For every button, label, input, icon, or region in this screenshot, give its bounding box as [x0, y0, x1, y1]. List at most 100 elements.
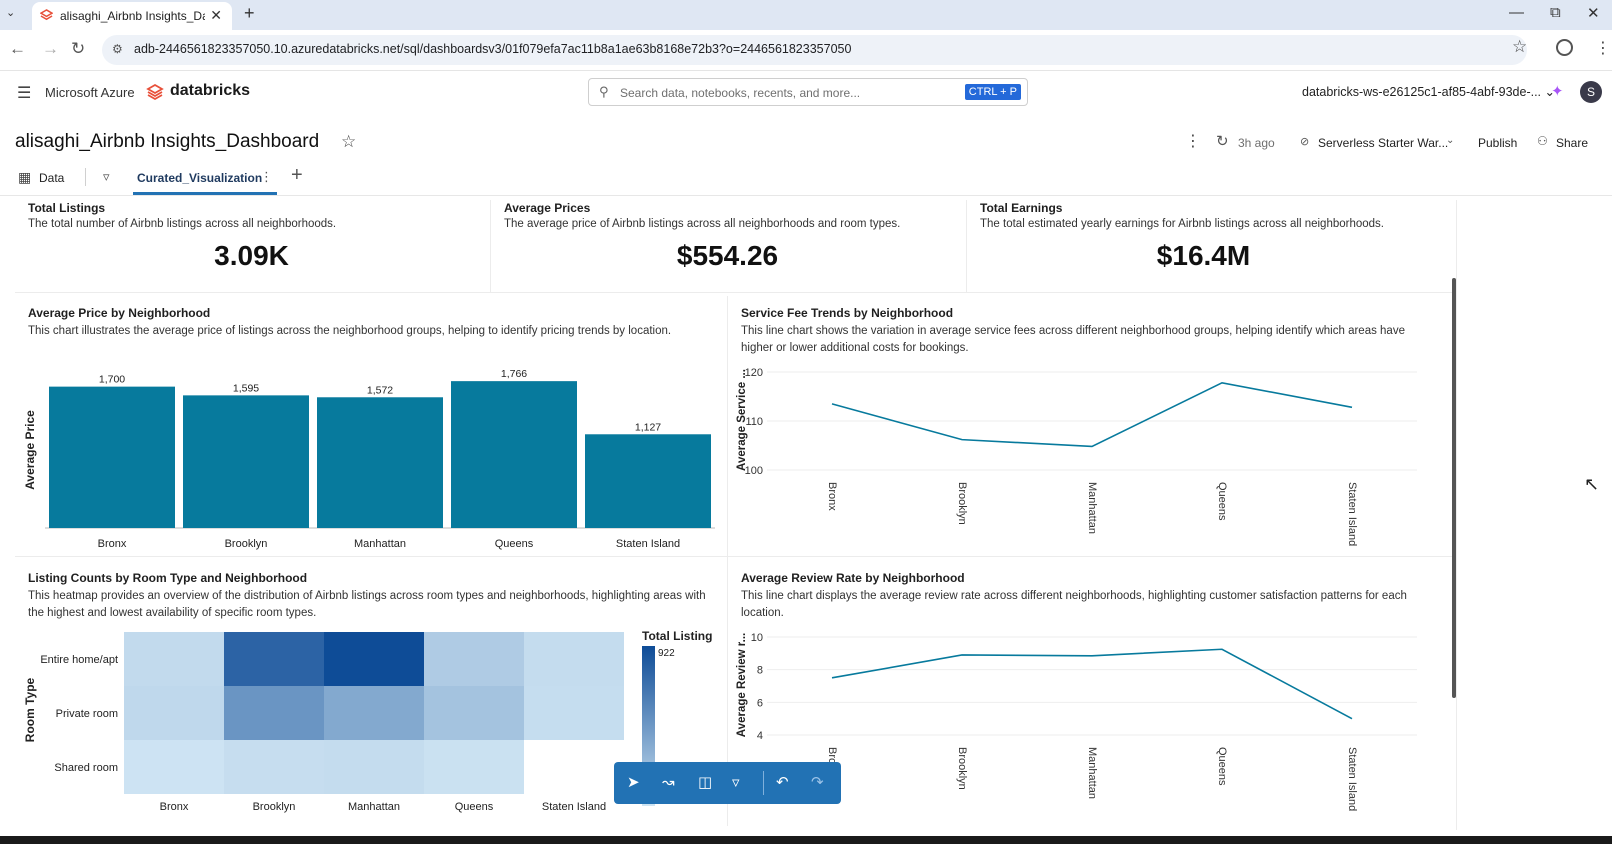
tab-data[interactable]: Data	[39, 171, 64, 185]
vertical-scrollbar[interactable]	[1452, 278, 1456, 698]
y-tick-label: 10	[751, 632, 763, 644]
counter-description: The total estimated yearly earnings for …	[980, 218, 1384, 230]
x-tick-label: Queens	[1216, 482, 1228, 521]
azure-brand[interactable]: Microsoft Azure	[45, 85, 135, 100]
refresh-icon[interactable]: ↻	[1216, 132, 1229, 150]
data-label: 1,595	[233, 382, 259, 394]
divider	[85, 168, 86, 186]
site-info-icon[interactable]: ⚙	[112, 42, 123, 56]
add-filter-icon[interactable]: ▿	[732, 773, 740, 791]
reload-icon[interactable]: ↻	[71, 39, 85, 59]
minimize-icon[interactable]: —	[1509, 4, 1524, 21]
x-tick-label: Queens	[495, 538, 534, 550]
widget-description: This heatmap provides an overview of the…	[28, 590, 706, 619]
favorite-star-icon[interactable]: ☆	[341, 132, 356, 152]
redo-icon[interactable]: ↷	[811, 773, 824, 791]
add-page-icon[interactable]: +	[291, 164, 303, 187]
page-title: alisaghi_Airbnb Insights_Dashboard	[15, 131, 320, 152]
assistant-sparkle-icon[interactable]: ✦	[1551, 82, 1564, 100]
close-tab-icon[interactable]: ✕	[210, 7, 222, 24]
profile-icon[interactable]	[1556, 39, 1573, 56]
add-text-box-icon[interactable]: ◫	[698, 773, 712, 791]
active-tab-indicator	[133, 192, 277, 195]
y-tick-label: 6	[757, 697, 763, 709]
hamburger-menu-icon[interactable]: ☰	[17, 83, 31, 103]
tab-list-chevron-icon[interactable]: ⌄	[6, 6, 15, 19]
databricks-wordmark[interactable]: databricks	[170, 82, 250, 100]
y-tick-label: 8	[757, 665, 763, 677]
counter-value: 3.09K	[214, 240, 289, 271]
databricks-logo-icon	[146, 83, 164, 101]
warehouse-selector[interactable]: Serverless Starter War...	[1318, 136, 1448, 150]
heatmap-cell	[424, 740, 524, 794]
heatmap-cell	[224, 686, 324, 740]
filter-icon[interactable]: ▿	[103, 169, 110, 185]
bookmark-star-icon[interactable]: ☆	[1512, 37, 1527, 57]
x-tick-label: Staten Island	[542, 801, 606, 813]
restore-icon[interactable]: ⧉	[1550, 4, 1561, 21]
counter-value: $16.4M	[1156, 240, 1251, 271]
share-icon[interactable]: ⚇	[1537, 134, 1548, 148]
x-tick-label: Brooklyn	[253, 801, 296, 813]
heatmap-cell	[324, 632, 424, 686]
series-line	[831, 381, 1353, 448]
divider	[1456, 200, 1457, 830]
url-text: adb-2446561823357050.10.azuredatabricks.…	[134, 42, 852, 56]
divider	[763, 771, 764, 795]
y-tick-label: Private room	[56, 708, 118, 720]
y-tick-label: 100	[745, 465, 763, 477]
last-updated: 3h ago	[1238, 136, 1275, 150]
counter-title: Total Listings	[28, 201, 106, 215]
forward-icon[interactable]: →	[42, 39, 59, 59]
global-search-input[interactable]: ⚲ Search data, notebooks, recents, and m…	[588, 78, 1028, 106]
heatmap-cell	[124, 632, 224, 686]
avatar[interactable]: S	[1580, 81, 1602, 103]
app-header: ☰ Microsoft Azure databricks ⚲ Search da…	[0, 70, 1612, 116]
undo-icon[interactable]: ↶	[776, 773, 789, 791]
add-visualization-icon[interactable]: ↝	[662, 773, 675, 791]
publish-button[interactable]: Publish	[1478, 136, 1517, 150]
back-icon[interactable]: ←	[9, 39, 26, 59]
x-tick-label: Brooklyn	[956, 747, 968, 790]
widget-title: Average Price by Neighborhood	[28, 306, 211, 320]
legend-max-label: 922	[658, 648, 675, 659]
counter-description: The average price of Airbnb listings acr…	[504, 218, 901, 230]
new-tab-icon[interactable]: +	[244, 3, 255, 24]
workspace-selector[interactable]: databricks-ws-e26125c1-af85-4abf-93de-..…	[1302, 84, 1555, 99]
divider	[966, 200, 967, 292]
y-tick-label: 110	[745, 416, 763, 428]
dashboard-more-icon[interactable]: ⋮	[1185, 131, 1201, 151]
warehouse-icon: ⊘	[1300, 136, 1310, 148]
widget-description: This chart illustrates the average price…	[28, 325, 672, 337]
close-window-icon[interactable]: ✕	[1587, 4, 1600, 22]
widget-description: This line chart shows the variation in a…	[741, 325, 1405, 354]
counter-title: Total Earnings	[980, 201, 1063, 215]
x-tick-label: Queens	[455, 801, 494, 813]
select-tool-icon[interactable]: ➤	[627, 773, 640, 791]
page-tabs: ▦ Data ▿ Curated_Visualization ⋮ +	[0, 160, 1612, 196]
bar	[451, 381, 577, 528]
counter-value: $554.26	[676, 240, 779, 271]
heatmap-cell	[424, 686, 524, 740]
share-button[interactable]: Share	[1556, 136, 1588, 150]
browser-menu-icon[interactable]: ⋮	[1595, 38, 1611, 58]
data-table-icon[interactable]: ▦	[18, 169, 31, 186]
heatmap-cell	[224, 632, 324, 686]
page-more-icon[interactable]: ⋮	[260, 169, 273, 185]
y-tick-label: 120	[745, 367, 763, 379]
browser-tab[interactable]: alisaghi_Airbnb Insights_Dashb ✕	[32, 2, 232, 30]
x-tick-label: Manhattan	[1086, 747, 1098, 799]
x-tick-label: Bronx	[160, 801, 189, 813]
chevron-down-icon[interactable]: ⌄	[1446, 135, 1454, 146]
heatmap-cell	[424, 632, 524, 686]
mouse-cursor-icon: ↖	[1584, 474, 1600, 494]
data-label: 1,572	[367, 384, 393, 396]
widget-title: Service Fee Trends by Neighborhood	[741, 306, 954, 320]
os-taskbar	[0, 836, 1612, 844]
x-tick-label: Manhattan	[1086, 482, 1098, 534]
x-tick-label: Brooklyn	[956, 482, 968, 525]
heatmap-cell	[324, 740, 424, 794]
url-field[interactable]: ⚙ adb-2446561823357050.10.azuredatabrick…	[102, 35, 1527, 65]
databricks-favicon-icon	[40, 9, 53, 21]
tab-curated-visualization[interactable]: Curated_Visualization	[137, 171, 262, 185]
